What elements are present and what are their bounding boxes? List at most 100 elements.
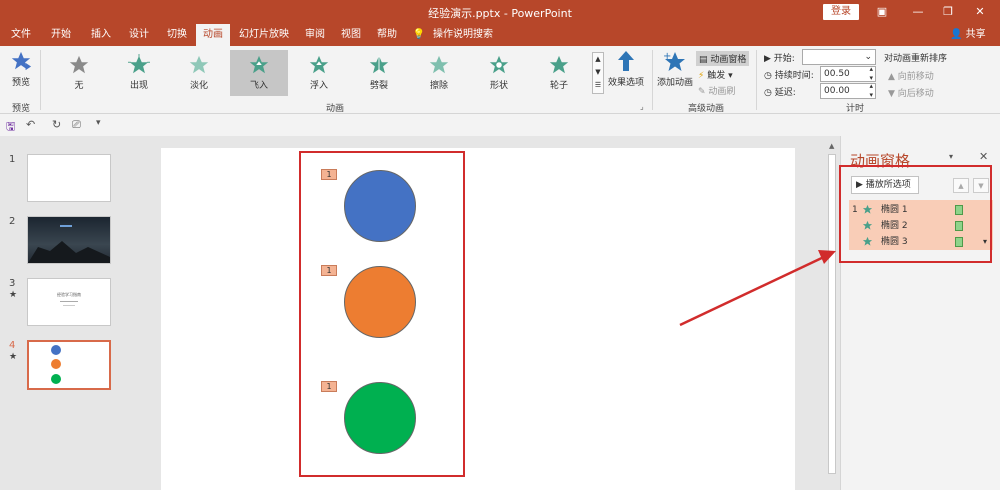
star-icon xyxy=(369,55,389,74)
effect-label: 劈裂 xyxy=(369,81,388,91)
arrow-up-icon xyxy=(618,51,634,71)
animation-order-tag[interactable]: 1 xyxy=(321,265,337,276)
effect-wheel[interactable]: 轮子 xyxy=(530,50,588,96)
undo-icon[interactable]: ↶ xyxy=(26,118,35,131)
star-icon xyxy=(489,55,509,74)
timing-group-label: 计时 xyxy=(845,104,864,114)
effect-fly-in[interactable]: 飞入 xyxy=(230,50,288,96)
effect-fade[interactable]: 淡化 xyxy=(170,50,228,96)
tab-home[interactable]: 开始 xyxy=(44,24,78,46)
customize-qat-icon[interactable]: ▾ xyxy=(96,118,101,128)
animation-painter-button[interactable]: ✎ 动画刷 xyxy=(698,84,735,97)
animation-order-tag[interactable]: 1 xyxy=(321,169,337,180)
tab-review[interactable]: 审阅 xyxy=(298,24,332,46)
chevron-down-icon[interactable]: ▼ xyxy=(593,66,603,79)
delay-input[interactable]: 00.00 ▴ ▾ xyxy=(820,82,876,100)
animation-pane-label: 动画窗格 xyxy=(710,55,747,65)
move-later-button[interactable]: ▼ 向后移动 xyxy=(888,86,934,99)
slide-thumbnail-1[interactable] xyxy=(27,154,111,202)
slide-thumbnail-3[interactable]: 经验学习指南 xyxy=(27,278,111,326)
start-dropdown[interactable]: ⌄ xyxy=(802,49,876,65)
effect-split[interactable]: 劈裂 xyxy=(350,50,408,96)
redo-icon[interactable]: ↻ xyxy=(52,118,61,131)
effect-label: 形状 xyxy=(489,81,508,91)
star-icon xyxy=(189,55,209,74)
trigger-button[interactable]: ⚡ 触发 ▾ xyxy=(698,68,733,81)
tab-help[interactable]: 帮助 xyxy=(370,24,404,46)
animation-marker-icon: ★ xyxy=(9,290,18,300)
oval-2-orange[interactable] xyxy=(344,266,416,338)
delay-label: ◷ 延迟: xyxy=(764,85,796,98)
close-icon[interactable]: ✕ xyxy=(979,150,988,163)
gallery-scroll[interactable]: ▲ ▼ ☰ xyxy=(592,52,604,94)
tell-me-search[interactable]: 操作说明搜索 xyxy=(430,24,496,46)
slide-thumbnail-2[interactable] xyxy=(27,216,111,264)
effect-label: 淡化 xyxy=(189,81,208,91)
triangle-down-icon: ▼ xyxy=(888,89,895,99)
star-icon xyxy=(429,55,449,74)
save-icon[interactable]: 🖫 xyxy=(6,118,15,137)
preview-button[interactable]: 预览 xyxy=(6,50,36,94)
thumb-circle-blue xyxy=(51,345,61,355)
effect-none[interactable]: 无 xyxy=(50,50,108,96)
effect-label: 擦除 xyxy=(429,81,448,91)
slide-canvas[interactable]: 1 1 1 xyxy=(161,148,795,490)
add-animation-button[interactable]: + 添加动画 xyxy=(656,50,694,96)
tab-view[interactable]: 视图 xyxy=(334,24,368,46)
share-button[interactable]: 👤 共享 xyxy=(950,24,986,46)
tab-design[interactable]: 设计 xyxy=(122,24,156,46)
spinner-icon[interactable]: ▴ ▾ xyxy=(869,65,873,83)
chevron-down-icon: ⌄ xyxy=(864,52,872,62)
effect-shape[interactable]: 形状 xyxy=(470,50,528,96)
close-icon[interactable]: ✕ xyxy=(970,3,990,21)
add-star-icon: + xyxy=(663,51,685,71)
slide-number: 4 xyxy=(9,340,16,351)
restore-icon[interactable]: ❐ xyxy=(938,3,958,21)
scrollbar-thumb[interactable] xyxy=(828,154,836,474)
slide-number: 3 xyxy=(9,278,16,289)
tab-animations[interactable]: 动画 xyxy=(196,24,230,46)
effect-label: 出现 xyxy=(129,81,148,91)
start-slideshow-icon[interactable]: ⎚ xyxy=(72,118,81,132)
minimize-icon[interactable]: — xyxy=(908,3,928,21)
pane-icon: ▤ xyxy=(699,55,708,65)
dialog-launcher-icon[interactable]: ⌟ xyxy=(640,102,644,111)
slide-thumbnail-4[interactable] xyxy=(27,340,111,390)
tab-transitions[interactable]: 切换 xyxy=(160,24,194,46)
effect-appear[interactable]: 出现 xyxy=(110,50,168,96)
slide-number: 2 xyxy=(9,216,16,227)
star-icon xyxy=(128,54,150,74)
vertical-scrollbar[interactable]: ▲ xyxy=(826,140,838,490)
effect-float-in[interactable]: 浮入 xyxy=(290,50,348,96)
ribbon-display-icon[interactable]: ▣ xyxy=(872,3,892,21)
reorder-title: 对动画重新排序 xyxy=(884,54,948,64)
tab-insert[interactable]: 插入 xyxy=(84,24,118,46)
animation-pane-button[interactable]: ▤ 动画窗格 xyxy=(696,51,750,66)
svg-text:+: + xyxy=(663,51,671,62)
lightbulb-icon: 💡 xyxy=(412,29,426,40)
preview-star-icon xyxy=(11,51,32,71)
duration-input[interactable]: 00.50 ▴ ▾ xyxy=(820,65,876,83)
star-icon xyxy=(309,55,329,74)
oval-1-blue[interactable] xyxy=(344,170,416,242)
play-icon: ▶ xyxy=(764,54,771,64)
effect-label: 飞入 xyxy=(249,81,268,91)
effect-options-label: 效果选项 xyxy=(607,78,644,88)
move-earlier-button[interactable]: ▲ 向前移动 xyxy=(888,69,934,82)
oval-3-green[interactable] xyxy=(344,382,416,454)
effect-wipe[interactable]: 擦除 xyxy=(410,50,468,96)
scroll-up-icon[interactable]: ▲ xyxy=(829,142,834,150)
effect-options-button[interactable]: 效果选项 xyxy=(606,50,646,96)
animation-painter-label: 动画刷 xyxy=(708,87,736,97)
delay-clock-icon: ◷ xyxy=(764,88,772,98)
login-button[interactable]: 登录 xyxy=(823,4,859,20)
star-icon xyxy=(549,55,569,74)
pane-options-icon[interactable]: ▾ xyxy=(949,152,953,161)
tab-slideshow[interactable]: 幻灯片放映 xyxy=(236,24,292,46)
spinner-icon[interactable]: ▴ ▾ xyxy=(869,82,873,100)
animation-order-tag[interactable]: 1 xyxy=(321,381,337,392)
divider xyxy=(756,50,757,110)
tab-file[interactable]: 文件 xyxy=(4,24,38,46)
more-icon[interactable]: ☰ xyxy=(593,79,603,92)
chevron-up-icon[interactable]: ▲ xyxy=(593,53,603,66)
